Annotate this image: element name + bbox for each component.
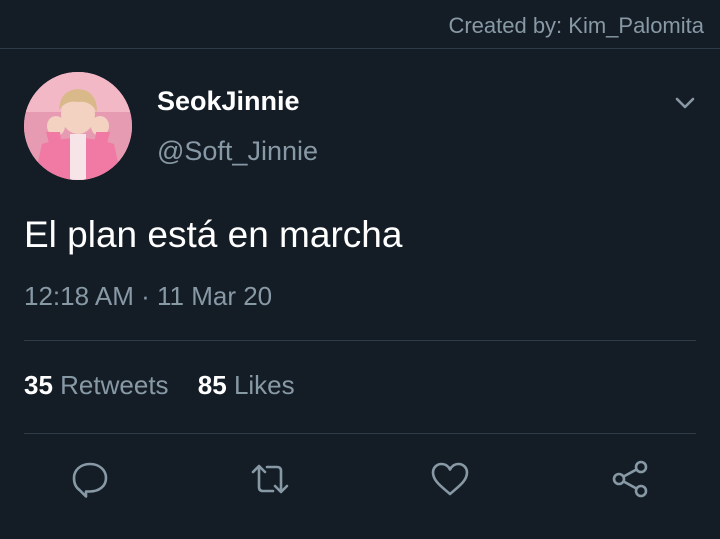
- retweet-icon[interactable]: [250, 459, 290, 499]
- divider: [0, 48, 720, 49]
- avatar[interactable]: [24, 72, 132, 180]
- tweet-text: El plan está en marcha: [24, 214, 403, 255]
- timestamp-separator: ·: [141, 281, 150, 311]
- retweets-label: Retweets: [60, 370, 169, 400]
- retweets-stat[interactable]: 35 Retweets: [24, 370, 169, 400]
- heart-icon[interactable]: [430, 459, 470, 499]
- tweet-time: 12:18 AM: [24, 281, 134, 311]
- tweet-timestamp: 12:18 AM · 11 Mar 20: [24, 281, 272, 312]
- likes-stat[interactable]: 85 Likes: [198, 370, 295, 400]
- divider: [24, 340, 696, 341]
- divider: [24, 433, 696, 434]
- share-icon[interactable]: [610, 459, 650, 499]
- retweets-count: 35: [24, 370, 53, 400]
- likes-label: Likes: [233, 370, 295, 400]
- tweet-date: 11 Mar 20: [157, 281, 273, 311]
- display-name[interactable]: SeokJinnie: [157, 86, 300, 117]
- likes-count: 85: [197, 370, 227, 400]
- tweet-stats: 35 Retweets 85 Likes: [24, 370, 317, 401]
- reply-icon[interactable]: [70, 459, 110, 499]
- user-handle[interactable]: @Soft_Jinnie: [157, 136, 318, 167]
- watermark-credit: Created by: Kim_Palomita: [448, 13, 704, 38]
- chevron-down-icon[interactable]: [670, 88, 700, 118]
